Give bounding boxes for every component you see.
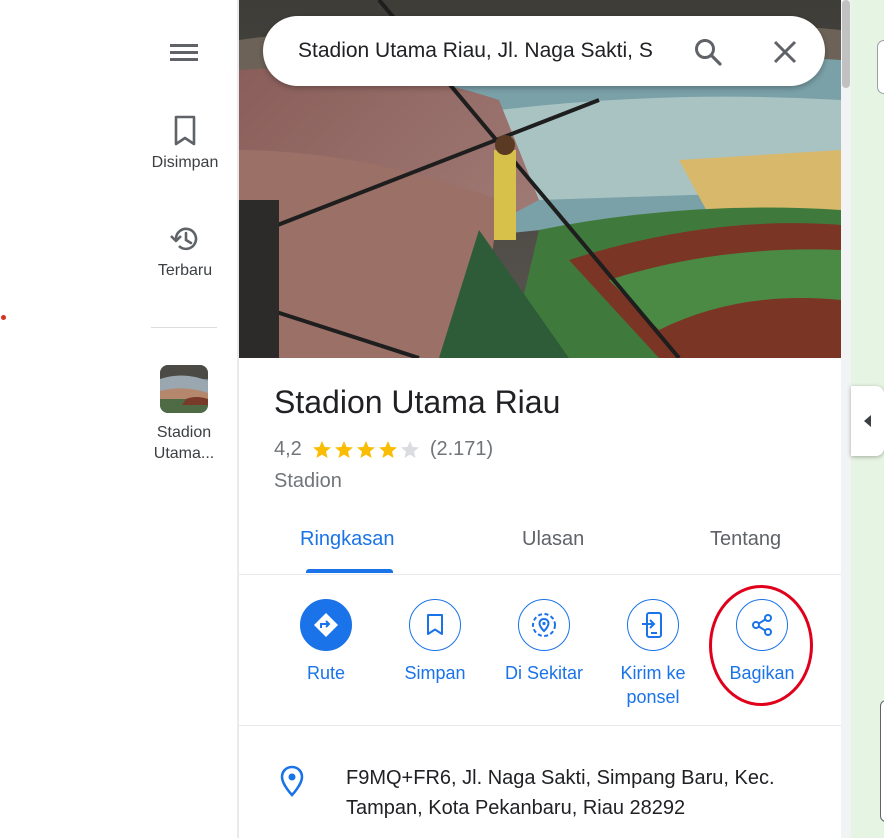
search-box[interactable]: Stadion Utama Riau, Jl. Naga Sakti, S — [263, 16, 825, 86]
tab-ringkasan[interactable]: Ringkasan — [300, 528, 395, 551]
bookmark-icon — [174, 115, 196, 146]
save-label: Simpan — [404, 663, 466, 683]
send-to-phone-button[interactable]: Kirim ke ponsel — [598, 599, 708, 709]
send-to-phone-label: Kirim ke ponsel — [620, 663, 686, 707]
caret-left-icon — [864, 415, 871, 427]
save-button-circle — [409, 599, 461, 651]
star-full-icon — [334, 440, 353, 458]
actions-divider — [239, 725, 841, 726]
map-zoom-control[interactable] — [880, 700, 884, 822]
send-to-phone-button-circle — [627, 599, 679, 651]
place-address[interactable]: F9MQ+FR6, Jl. Naga Sakti, Simpang Baru, … — [346, 763, 816, 823]
review-count[interactable]: (2.171) — [430, 438, 493, 461]
place-title: Stadion Utama Riau — [274, 384, 561, 420]
rail-saved-label: Disimpan — [151, 154, 219, 171]
bookmark-icon — [427, 614, 443, 635]
send-to-phone-icon — [642, 612, 662, 638]
menu-button[interactable] — [164, 36, 204, 70]
star-empty-icon — [400, 440, 419, 458]
save-button[interactable]: Simpan — [380, 599, 490, 685]
rail-recent-label: Terbaru — [157, 262, 213, 279]
red-dot-marker — [1, 315, 6, 320]
nearby-icon — [532, 613, 556, 637]
history-icon — [170, 227, 198, 251]
route-label: Rute — [306, 663, 346, 683]
panel-scrollbar-track[interactable] — [841, 0, 851, 838]
nearby-label: Di Sekitar — [504, 663, 584, 683]
route-button[interactable]: Rute — [271, 599, 381, 685]
nearby-button-circle — [518, 599, 570, 651]
nearby-button[interactable]: Di Sekitar — [489, 599, 599, 685]
active-tab-indicator — [306, 569, 393, 573]
tab-ulasan[interactable]: Ulasan — [522, 528, 584, 551]
rating-value: 4,2 — [274, 438, 302, 460]
directions-icon — [314, 613, 338, 637]
close-icon[interactable] — [771, 38, 799, 66]
recent-place-thumbnail[interactable] — [160, 365, 208, 413]
recent-place-label[interactable]: Stadion Utama... — [140, 422, 228, 464]
hamburger-menu-icon — [170, 44, 198, 61]
rail-divider — [151, 327, 217, 328]
map-control-button[interactable] — [877, 40, 884, 94]
rating-stars — [312, 440, 422, 460]
search-input[interactable]: Stadion Utama Riau, Jl. Naga Sakti, S — [298, 16, 670, 86]
star-full-icon — [312, 440, 331, 458]
location-pin-icon — [280, 765, 304, 797]
rail-recent-button[interactable]: Terbaru — [130, 222, 240, 280]
star-full-icon — [378, 440, 397, 458]
place-category[interactable]: Stadion — [274, 470, 342, 493]
search-icon[interactable] — [693, 37, 723, 67]
tab-tentang[interactable]: Tentang — [710, 528, 781, 551]
route-button-circle — [300, 599, 352, 651]
share-highlight-annotation — [709, 585, 813, 706]
collapse-panel-button[interactable] — [851, 386, 884, 456]
panel-scrollbar-thumb[interactable] — [842, 0, 850, 88]
tabs-divider — [239, 574, 841, 575]
star-full-icon — [356, 440, 375, 458]
stadium-thumbnail-image — [160, 365, 208, 413]
rating-row[interactable]: 4,2 (2.171) — [274, 438, 493, 461]
rail-saved-button[interactable]: Disimpan — [130, 114, 240, 172]
